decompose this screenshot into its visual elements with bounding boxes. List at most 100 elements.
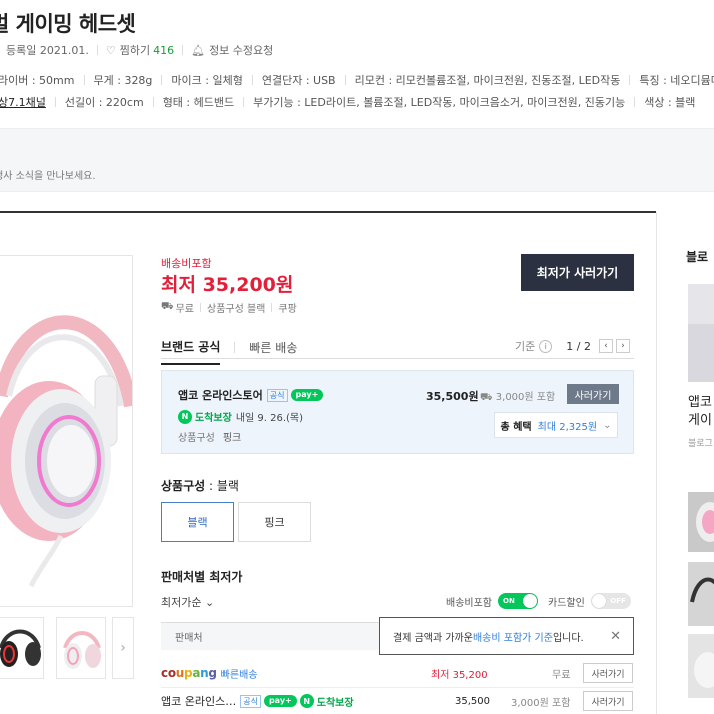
close-icon[interactable]: ✕	[610, 629, 621, 644]
toggle-state: ON	[503, 597, 515, 605]
tab-brand-official[interactable]: 브랜드 공식	[161, 338, 221, 365]
blog-thumb[interactable]	[688, 562, 714, 626]
truck-icon: ⛟	[480, 392, 493, 403]
spec-row-1: 라이버 : 50mm 무게 : 328g 마이크 : 일체형 연결단자 : US…	[0, 72, 714, 88]
info-icon[interactable]: i	[539, 339, 553, 353]
coupang-logo: coupang	[161, 666, 217, 680]
blog-thumb-photo	[688, 634, 714, 698]
blog-thumb[interactable]	[688, 492, 714, 552]
like-count: 416	[153, 43, 175, 57]
toggle-off-switch[interactable]: OFF	[590, 593, 631, 609]
arrival-guarantee: N 도착보장 내일 9. 26.(목)	[178, 409, 303, 424]
thumb-image	[63, 631, 101, 669]
truck-icon: ⛟	[161, 301, 174, 312]
divider	[96, 45, 98, 55]
spec-row-2: 상7.1채널 선길이 : 220cm 형태 : 헤드밴드 부가기능 : LED라…	[0, 94, 695, 110]
row-buy-button[interactable]: 사러가기	[583, 663, 633, 683]
shipping-included-label: 배송비포함	[161, 257, 212, 270]
official-badge: 공식	[266, 388, 288, 402]
price-store: 쿠팡	[278, 304, 297, 315]
row-price: 최저 35,200	[431, 669, 488, 681]
toggle-label: 카드할인	[548, 597, 585, 609]
blog-post-title-2[interactable]: 게이	[688, 412, 712, 430]
edit-request-link[interactable]: 🔔︎ 정보 수정요청	[191, 42, 273, 58]
toggle-state: OFF	[610, 597, 626, 605]
thumbnail-next-button[interactable]: ›	[112, 617, 134, 679]
seller-price: 35,500원	[426, 390, 479, 403]
event-notice-text: 행사 소식을 만나보세요.	[0, 171, 96, 182]
blog-post-title-1[interactable]: 앱코	[688, 394, 712, 412]
sort-label: 최저가순	[161, 596, 202, 609]
col-seller: 판매처	[175, 633, 203, 644]
total-benefit-dropdown[interactable]: 총 혜택 최대 2,325원 ⌄	[494, 412, 618, 438]
prev-page-button[interactable]: ‹	[598, 339, 613, 353]
seller-name-row: 앱코 온라인스토어 공식 pay+	[178, 387, 324, 403]
table-row[interactable]: coupang 빠른배송 최저 35,200 무료 사러가기	[161, 660, 634, 686]
chevron-down-icon: ⌄	[603, 419, 612, 431]
row-seller-name: 앱코 온라인스…	[161, 695, 237, 708]
row-price: 35,500	[455, 695, 490, 707]
blog-thumb-photo	[688, 492, 714, 552]
featured-seller-card[interactable]: 앱코 온라인스토어 공식 pay+ N 도착보장 내일 9. 26.(목) 상품…	[161, 370, 634, 454]
official-badge: 공식	[240, 694, 261, 708]
thumbnail-pink[interactable]	[56, 617, 106, 679]
headset-image	[0, 315, 132, 588]
seller-config: 상품구성 핑크	[178, 429, 241, 444]
blog-thumb[interactable]	[688, 634, 714, 698]
option-black-button[interactable]: 블랙	[161, 502, 234, 542]
price-details: ⛟ 무료 상품구성 블랙 쿠팡	[161, 300, 297, 315]
blog-section-title: 블로	[686, 250, 709, 264]
option-label: 상품구성	[161, 479, 206, 493]
thumb-image	[0, 629, 41, 667]
seller-pager: 기준 i 1 / 2 ‹ ›	[515, 338, 630, 354]
thumbnail-black[interactable]	[0, 617, 44, 679]
spec-extra: 부가기능 : LED라이트, 볼륨조절, LED작동, 마이크음소거, 마이크전…	[253, 96, 626, 109]
toggle-label: 배송비포함	[446, 597, 492, 609]
benefit-label: 총 혜택	[500, 421, 532, 433]
section-divider	[0, 211, 656, 213]
divider	[234, 342, 236, 353]
table-row[interactable]: 앱코 온라인스… 공식 pay+ N 도착보장 35,500 3,000원 포함…	[161, 688, 634, 714]
spec-channel[interactable]: 상7.1채널	[0, 94, 46, 110]
sort-dropdown[interactable]: 최저가순 ⌄	[161, 594, 214, 610]
like-button[interactable]: ♡ 찜하기 416	[106, 42, 174, 58]
tooltip-text-end: 입니다.	[552, 632, 584, 644]
reg-date: 등록일 2021.01.	[6, 44, 89, 57]
chevron-down-icon: ⌄	[204, 596, 215, 609]
arrival-date: 내일 9. 26.(목)	[235, 413, 304, 424]
chevron-right-icon: ›	[120, 640, 126, 656]
next-page-button[interactable]: ›	[615, 339, 630, 353]
naver-n-icon: N	[299, 694, 314, 708]
product-meta: 등록일 2021.01. ♡ 찜하기 416 🔔︎ 정보 수정요청	[6, 42, 273, 58]
buy-lowest-button[interactable]: 최저가 사러가기	[521, 254, 634, 291]
seller-shipping: ⛟ 3,000원 포함	[480, 388, 555, 405]
card-discount-toggle[interactable]: 카드할인 OFF	[548, 593, 631, 609]
option-title: 상품구성 : 블랙	[161, 477, 239, 494]
page-indicator: 1 / 2	[566, 339, 591, 353]
seller-buy-button[interactable]: 사러가기	[567, 384, 619, 404]
like-label: 찜하기	[119, 44, 151, 57]
price-config: 상품구성 블랙	[207, 304, 266, 315]
config-value: 핑크	[222, 433, 242, 444]
product-title: 벌 게이밍 헤드셋	[0, 12, 136, 36]
blog-thumb-photo	[688, 562, 714, 626]
blog-image[interactable]	[688, 284, 714, 382]
event-notice-banner[interactable]: 행사 소식을 만나보세요.	[0, 128, 714, 192]
benefit-value: 최대 2,325원	[537, 421, 598, 433]
spec-mic: 마이크 : 일체형	[171, 74, 243, 87]
edit-request-label: 정보 수정요청	[209, 44, 274, 57]
tooltip-link: 배송비 포함가 기준	[472, 632, 553, 644]
table-header: 판매처	[161, 622, 391, 650]
arrival-label: 도착보장	[316, 697, 354, 709]
tab-fast-delivery[interactable]: 빠른 배송	[249, 339, 297, 364]
row-buy-button[interactable]: 사러가기	[583, 691, 633, 711]
toggle-on-switch[interactable]: ON	[498, 593, 538, 609]
shipping-included-toggle[interactable]: 배송비포함 ON	[446, 593, 538, 609]
row-shipping: 무료	[552, 669, 571, 681]
option-pink-button[interactable]: 핑크	[238, 502, 311, 542]
product-main-image[interactable]	[0, 255, 133, 607]
naver-n-icon: N	[178, 409, 192, 424]
divider	[182, 45, 184, 55]
fast-delivery-tag: 빠른배송	[220, 669, 258, 681]
spec-cable: 선길이 : 220cm	[64, 96, 144, 109]
